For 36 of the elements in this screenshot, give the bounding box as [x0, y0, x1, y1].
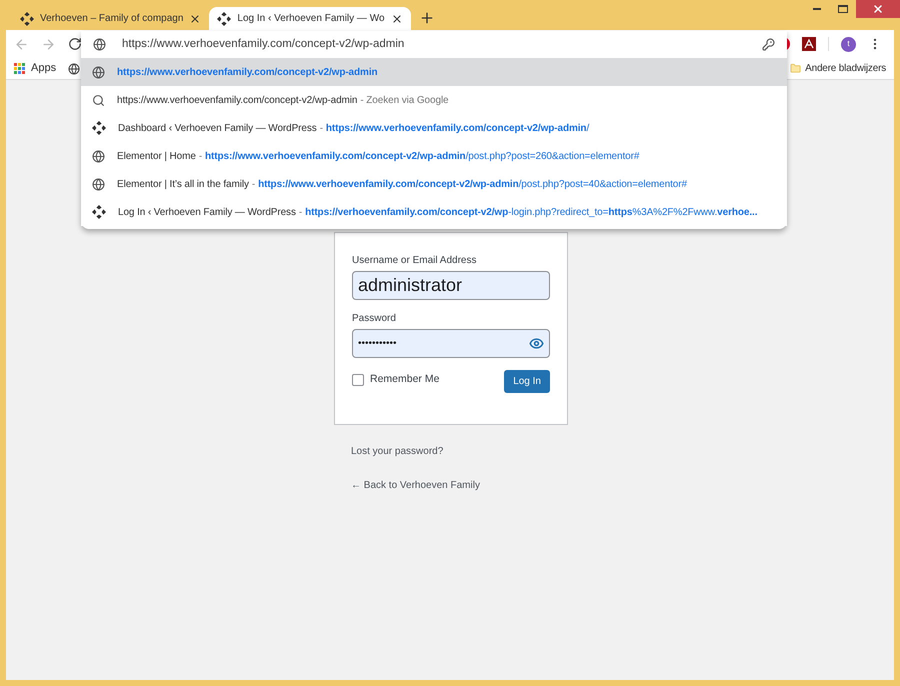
page-link[interactable]: Lost your password? — [351, 444, 568, 459]
password-value: ••••••••••• — [358, 337, 398, 351]
apps-bookmark[interactable]: Apps — [14, 60, 56, 77]
username-label: Username or Email Address — [352, 254, 478, 268]
suggestion-url: https://verhoevenfamily.com/concept-v2/wp-login.php?redirect_to=https%3A%2F%2Fwww.verhoe... — [305, 206, 758, 220]
suggestion-detail: - — [320, 122, 323, 136]
suggestion-title: Elementor | It’s all in the family — [117, 178, 249, 192]
suggestion-url: https://www.verhoevenfamily.com/concept-v2/wp-admin — [117, 66, 378, 80]
tab-title: Log In ‹ Verhoeven Family — Wo — [237, 12, 385, 26]
suggestion-row[interactable]: Elementor | Home - https://www.verhoevenfamily.com/concept-v2/wp-admin/post.php?post=260&action=elementor# — [81, 142, 787, 170]
suggestion-row[interactable]: Dashboard ‹ Verhoeven Family — WordPress - https://www.verhoevenfamily.com/concept-v2/wp-admin/ — [81, 114, 787, 142]
profile-avatar[interactable]: t — [841, 36, 856, 52]
password-field[interactable]: ••••••••••• — [352, 329, 550, 358]
suggestion-detail: - — [298, 206, 302, 220]
suggestion-detail: - — [252, 178, 256, 192]
suggestion-detail: - Zoeken via Google — [360, 94, 449, 108]
browser-tab[interactable]: Log In ‹ Verhoeven Family — Wo — [209, 7, 411, 30]
suggestion-title: Log In ‹ Verhoeven Family — WordPress — [118, 206, 296, 220]
other-bookmarks[interactable]: Andere bladwijzers — [790, 61, 886, 76]
password-label: Password — [352, 312, 397, 326]
remember-label: Remember Me — [370, 372, 440, 387]
tab-title: Verhoeven – Family of compagn — [40, 12, 184, 26]
suggestion-title: https://www.verhoevenfamily.com/concept-v2/wp-admin — [117, 94, 358, 108]
username-field[interactable]: administrator — [352, 271, 550, 300]
suggestion-row[interactable]: Elementor | It’s all in the family - https://www.verhoevenfamily.com/concept-v2/wp-admin/post.php?post=40&action=elementor# — [81, 170, 787, 198]
suggestion-title: Dashboard ‹ Verhoeven Family — WordPress — [118, 122, 317, 136]
suggestion-url: https://www.verhoevenfamily.com/concept-v2/wp-admin/post.php?post=260&action=elementor# — [205, 150, 640, 164]
suggestion-url: https://www.verhoevenfamily.com/concept-v2/wp-admin/post.php?post=40&action=elementor# — [258, 178, 687, 192]
suggestion-title: Elementor | Home — [117, 150, 196, 164]
page-link[interactable]: ← Back to Verhoeven Family — [351, 478, 568, 493]
suggestion-detail: - — [198, 150, 202, 164]
suggestion-url: https://www.verhoevenfamily.com/concept-v2/wp-admin/ — [326, 122, 590, 136]
suggestion-row[interactable]: Log In ‹ Verhoeven Family — WordPress - https://verhoevenfamily.com/concept-v2/wp-login.php?redirect_to=https%3A%2F%2Fwww.verhoe... — [81, 198, 787, 226]
address-field[interactable]: https://www.verhoevenfamily.com/concept-v2/wp-admin — [122, 36, 746, 54]
login-button[interactable]: Log In — [504, 370, 550, 393]
suggestion-row[interactable]: https://www.verhoevenfamily.com/concept-v2/wp-admin - Zoeken via Google — [81, 86, 787, 114]
